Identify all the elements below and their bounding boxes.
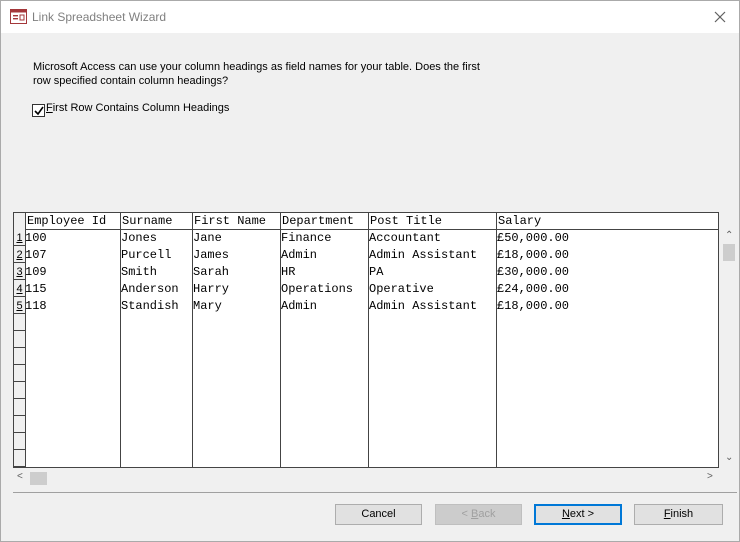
row-number: 5	[16, 300, 23, 312]
horizontal-scrollbar[interactable]: < >	[13, 470, 719, 487]
access-app-icon	[10, 9, 27, 24]
intro-line-1: Microsoft Access can use your column hea…	[33, 61, 480, 73]
table-cell: Admin	[281, 299, 318, 313]
vertical-scrollbar[interactable]: ⌃ ⌄	[721, 230, 737, 467]
table-cell: £18,000.00	[497, 299, 570, 313]
row-selector[interactable]	[14, 434, 25, 450]
finish-button[interactable]: Finish	[634, 504, 723, 525]
table-cell: 100	[25, 231, 47, 245]
scroll-down-icon[interactable]: ⌄	[725, 452, 733, 463]
table-cell: James	[193, 248, 230, 262]
scroll-right-icon[interactable]: >	[707, 471, 713, 482]
table-cell: Finance	[281, 231, 332, 245]
checkmark-icon	[34, 106, 44, 116]
back-button[interactable]: < Back	[435, 504, 522, 525]
scroll-left-icon[interactable]: <	[17, 471, 23, 482]
row-selector[interactable]	[14, 417, 25, 433]
close-icon[interactable]	[712, 9, 728, 25]
vertical-scroll-thumb[interactable]	[723, 244, 735, 261]
table-cell: Purcell	[121, 248, 172, 262]
first-row-headings-label[interactable]: First Row Contains Column Headings	[46, 102, 229, 114]
table-cell: Admin Assistant	[369, 248, 478, 262]
horizontal-scroll-thumb[interactable]	[30, 472, 47, 485]
intro-text: Microsoft Access can use your column hea…	[33, 60, 493, 88]
row-selector[interactable]	[14, 400, 25, 416]
cancel-button[interactable]: Cancel	[335, 504, 422, 525]
row-selector[interactable]: 3	[14, 264, 25, 280]
row-selector[interactable]	[14, 349, 25, 365]
row-selector[interactable]	[14, 315, 25, 331]
column-header[interactable]: Post Title	[370, 213, 442, 229]
row-number: 1	[16, 232, 23, 244]
row-selector[interactable]	[14, 332, 25, 348]
first-row-headings-checkbox[interactable]	[32, 104, 45, 117]
table-cell: 107	[25, 248, 47, 262]
table-cell: 115	[25, 282, 47, 296]
table-cell: Anderson	[121, 282, 179, 296]
row-selector[interactable]: 5	[14, 298, 25, 314]
button-separator	[13, 492, 737, 493]
row-selector[interactable]: 2	[14, 247, 25, 263]
table-cell: Sarah	[193, 265, 230, 279]
table-cell: Admin Assistant	[369, 299, 478, 313]
scroll-up-icon[interactable]: ⌃	[725, 230, 733, 241]
wizard-window: Link Spreadsheet Wizard Microsoft Access…	[0, 0, 740, 542]
column-header[interactable]: Department	[282, 213, 354, 229]
table-cell: PA	[369, 265, 384, 279]
title-bar: Link Spreadsheet Wizard	[1, 1, 739, 33]
table-cell: Jones	[121, 231, 158, 245]
column-header[interactable]: Surname	[122, 213, 172, 229]
table-cell: Smith	[121, 265, 158, 279]
row-number: 4	[16, 283, 23, 295]
next-button[interactable]: Next >	[534, 504, 622, 525]
row-selector[interactable]: 4	[14, 281, 25, 297]
table-cell: Harry	[193, 282, 230, 296]
table-cell: Accountant	[369, 231, 442, 245]
table-cell: Mary	[193, 299, 222, 313]
table-cell: Operations	[281, 282, 354, 296]
column-header[interactable]: First Name	[194, 213, 266, 229]
table-cell: Standish	[121, 299, 179, 313]
table-cell: 109	[25, 265, 47, 279]
table-cell: HR	[281, 265, 296, 279]
row-selector[interactable]: 1	[14, 230, 25, 246]
column-header[interactable]: Employee Id	[27, 213, 106, 229]
table-cell: 118	[25, 299, 47, 313]
row-selector[interactable]	[14, 366, 25, 382]
table-cell: £18,000.00	[497, 248, 570, 262]
table-cell: Admin	[281, 248, 318, 262]
row-number: 2	[16, 249, 23, 261]
row-number: 3	[16, 266, 23, 278]
table-cell: Operative	[369, 282, 434, 296]
column-header[interactable]: Salary	[498, 213, 541, 229]
table-cell: £30,000.00	[497, 265, 570, 279]
table-cell: £24,000.00	[497, 282, 570, 296]
data-preview-grid[interactable]: Employee Id Surname First Name Department Po…	[13, 212, 719, 468]
intro-line-2: row specified contain column headings?	[33, 75, 229, 87]
table-cell: £50,000.00	[497, 231, 570, 245]
window-title: Link Spreadsheet Wizard	[32, 10, 167, 24]
row-selector[interactable]	[14, 451, 25, 467]
row-selector[interactable]	[14, 383, 25, 399]
table-cell: Jane	[193, 231, 222, 245]
